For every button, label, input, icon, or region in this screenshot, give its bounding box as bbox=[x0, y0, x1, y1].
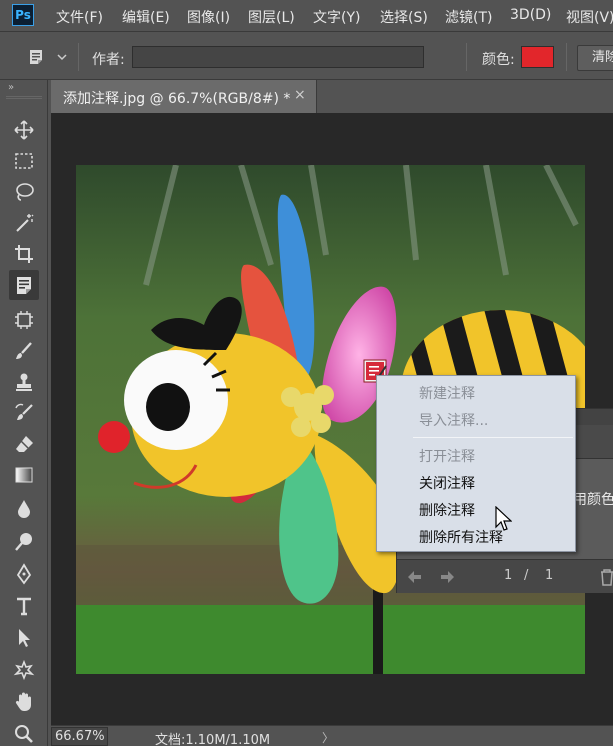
history-brush-tool-icon bbox=[15, 403, 33, 420]
custom-shape-tool-icon bbox=[13, 659, 35, 681]
crop-tool[interactable] bbox=[9, 239, 39, 269]
trash-icon[interactable] bbox=[599, 568, 613, 586]
menu-item-open-note: 打开注释 bbox=[419, 449, 475, 465]
menu-type[interactable]: 文字(Y) bbox=[313, 7, 360, 27]
context-menu: 新建注释 导入注释... 打开注释 关闭注释 删除注释 删除所有注释 bbox=[376, 375, 576, 552]
stamp-tool-icon bbox=[16, 373, 32, 391]
zoom-level-field[interactable]: 66.67% bbox=[51, 727, 108, 746]
close-icon[interactable]: × bbox=[294, 87, 306, 103]
menu-separator bbox=[413, 437, 573, 438]
move-tool[interactable] bbox=[9, 115, 39, 145]
menu-image[interactable]: 图像(I) bbox=[187, 7, 230, 27]
menu-file[interactable]: 文件(F) bbox=[56, 7, 103, 27]
status-bar: 66.67% 文档:1.10M/1.10M 〉 bbox=[51, 725, 613, 746]
menu-item-delete-note[interactable]: 删除注释 bbox=[419, 500, 475, 520]
clear-all-button[interactable]: 清除 bbox=[577, 45, 613, 71]
note-text: 用颜色显 bbox=[573, 492, 613, 508]
path-select-tool[interactable] bbox=[9, 623, 39, 653]
note-tool-icon bbox=[17, 277, 31, 294]
zoom-tool[interactable] bbox=[9, 719, 39, 746]
gradient-tool[interactable] bbox=[9, 460, 39, 490]
chevron-down-icon[interactable] bbox=[56, 51, 68, 63]
zoom-tool-icon bbox=[15, 725, 33, 743]
menu-view[interactable]: 视图(V) bbox=[566, 7, 613, 27]
menu-layer[interactable]: 图层(L) bbox=[248, 7, 295, 27]
panel-grip[interactable] bbox=[6, 96, 42, 99]
frame-tool[interactable] bbox=[9, 305, 39, 335]
move-tool-icon bbox=[14, 120, 34, 140]
menu-item-new-note: 新建注释 bbox=[419, 386, 475, 402]
arrow-left-icon[interactable] bbox=[405, 568, 423, 586]
history-brush-tool[interactable] bbox=[9, 398, 39, 428]
status-menu-arrow-icon[interactable]: 〉 bbox=[322, 729, 334, 746]
pen-tool[interactable] bbox=[9, 559, 39, 589]
note-current-index: 1 bbox=[504, 568, 513, 583]
type-tool-icon bbox=[17, 597, 31, 616]
blur-tool-icon bbox=[18, 500, 30, 518]
dodge-tool-icon bbox=[15, 533, 32, 551]
eraser-tool-icon bbox=[16, 436, 33, 452]
stamp-tool[interactable] bbox=[9, 367, 39, 397]
gradient-tool-icon bbox=[15, 467, 33, 483]
type-tool[interactable] bbox=[9, 591, 39, 621]
note-tool-icon[interactable] bbox=[28, 49, 44, 65]
custom-shape-tool[interactable] bbox=[9, 655, 39, 685]
tab-strip bbox=[318, 80, 613, 113]
note-tool[interactable] bbox=[9, 270, 39, 300]
document-size: 文档:1.10M/1.10M bbox=[155, 733, 271, 746]
note-total-count: 1 bbox=[545, 568, 554, 583]
menu-filter[interactable]: 滤镜(T) bbox=[445, 7, 492, 27]
tools-panel: » bbox=[0, 80, 48, 746]
options-divider bbox=[466, 43, 467, 71]
color-label: 颜色: bbox=[482, 52, 515, 68]
blur-tool[interactable] bbox=[9, 494, 39, 524]
menu-bar: Ps 文件(F) 编辑(E) 图像(I) 图层(L) 文字(Y) 选择(S) 滤… bbox=[0, 0, 613, 32]
menu-3d[interactable]: 3D(D) bbox=[510, 7, 551, 23]
options-divider bbox=[566, 43, 567, 71]
note-color-swatch[interactable] bbox=[521, 46, 554, 68]
photoshop-logo: Ps bbox=[12, 4, 34, 26]
collapse-panel-icon[interactable]: » bbox=[8, 82, 14, 93]
notes-panel-footer: 1 / 1 bbox=[397, 559, 613, 593]
hand-tool[interactable] bbox=[9, 687, 39, 717]
frame-tool-icon bbox=[15, 311, 33, 329]
author-input[interactable] bbox=[132, 46, 424, 68]
brush-tool-icon bbox=[16, 342, 32, 359]
options-divider bbox=[78, 43, 79, 71]
arrow-right-icon[interactable] bbox=[439, 568, 457, 586]
marquee-tool-icon bbox=[15, 153, 33, 169]
menu-select[interactable]: 选择(S) bbox=[380, 7, 428, 27]
options-bar: 作者: 颜色: 清除 bbox=[0, 33, 613, 80]
eraser-tool[interactable] bbox=[9, 429, 39, 459]
note-index-separator: / bbox=[524, 568, 529, 583]
menu-item-delete-all-notes[interactable]: 删除所有注释 bbox=[419, 527, 503, 547]
path-select-tool-icon bbox=[19, 629, 30, 647]
marquee-tool[interactable] bbox=[9, 146, 39, 176]
mouse-cursor-icon bbox=[495, 506, 512, 531]
pen-tool-icon bbox=[16, 563, 32, 585]
menu-item-close-note[interactable]: 关闭注释 bbox=[419, 473, 475, 493]
magic-wand-tool-icon bbox=[16, 214, 34, 232]
brush-tool[interactable] bbox=[9, 336, 39, 366]
lasso-tool-icon bbox=[16, 183, 34, 201]
hand-tool-icon bbox=[15, 692, 31, 711]
menu-edit[interactable]: 编辑(E) bbox=[122, 7, 170, 27]
author-label: 作者: bbox=[92, 52, 125, 68]
magic-wand-tool[interactable] bbox=[9, 208, 39, 238]
lasso-tool[interactable] bbox=[9, 177, 39, 207]
crop-tool-icon bbox=[15, 245, 33, 263]
document-tab[interactable]: 添加注释.jpg @ 66.7%(RGB/8#) * × bbox=[51, 80, 317, 113]
menu-item-import-notes: 导入注释... bbox=[419, 413, 489, 429]
document-tab-label: 添加注释.jpg @ 66.7%(RGB/8#) * bbox=[63, 91, 291, 107]
dodge-tool[interactable] bbox=[9, 527, 39, 557]
